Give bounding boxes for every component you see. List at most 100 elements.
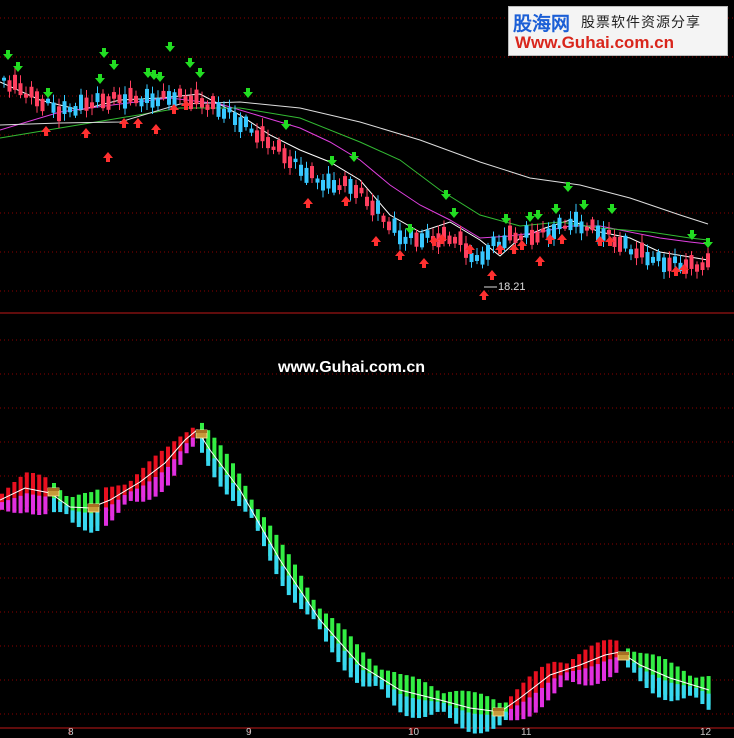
candle-body: [123, 94, 127, 109]
month-label-8: 8: [68, 727, 74, 738]
candle-body: [51, 102, 56, 113]
arrow-up-icon: [341, 196, 351, 206]
hist-bar-inner: [638, 667, 643, 682]
hist-bar-inner: [466, 712, 471, 732]
candle-body: [332, 180, 336, 193]
candle-body: [321, 179, 325, 191]
candle-body: [365, 196, 369, 207]
hist-bar-inner: [274, 555, 279, 575]
arrow-down-icon: [155, 72, 165, 82]
hist-bar-inner: [706, 693, 711, 710]
candle-body: [189, 95, 193, 110]
candle-body: [354, 185, 358, 199]
hist-bar-inner: [172, 459, 177, 476]
hist-bar-inner: [521, 701, 526, 720]
candle-body: [2, 77, 6, 81]
candle-body: [535, 231, 540, 243]
hist-bar-inner: [650, 674, 655, 694]
candle-body: [403, 236, 408, 244]
arrow-up-icon: [103, 152, 113, 162]
hist-bar-inner: [657, 677, 661, 698]
candle-body: [7, 80, 12, 92]
chest-lid: [88, 504, 99, 507]
candle-body: [128, 87, 133, 102]
arrow-up-icon: [535, 256, 545, 266]
candle-body: [24, 93, 28, 98]
hist-bar-inner: [700, 690, 705, 705]
candle-body: [178, 88, 182, 98]
hist-bar-inner: [485, 714, 490, 732]
hist-bar-inner: [379, 679, 384, 690]
month-label-9: 9: [246, 727, 252, 738]
hist-bar-inner: [76, 511, 81, 528]
hist-bar-inner: [669, 682, 674, 702]
candle-body: [343, 176, 347, 187]
candle-body: [486, 245, 490, 260]
hist-bar-inner: [527, 697, 532, 717]
candle-body: [673, 256, 677, 264]
candle-body: [326, 173, 331, 189]
candle-body: [524, 225, 529, 238]
arrow-down-icon: [95, 74, 105, 84]
candle-body: [288, 156, 292, 168]
hist-bar-inner: [675, 684, 680, 701]
site-slogan: 股票软件资源分享: [581, 15, 701, 31]
candle-body: [238, 117, 243, 133]
candle-body: [161, 90, 166, 98]
hist-bar-inner: [583, 668, 588, 686]
hist-bar-inner: [52, 498, 56, 513]
hist-bar-inner: [268, 543, 273, 561]
hist-bar-inner: [166, 466, 170, 486]
hist-bar-inner: [479, 714, 483, 734]
candle-body: [271, 146, 276, 150]
hist-bar-inner: [632, 662, 637, 673]
hist-bar-inner: [435, 701, 440, 712]
arrow-down-icon: [281, 120, 291, 130]
candle-body: [112, 92, 116, 99]
candle-body: [519, 235, 523, 240]
candle-body: [491, 236, 496, 247]
hist-bar-inner: [367, 673, 372, 687]
hist-bar-inner: [18, 495, 23, 514]
hist-bar-inner: [355, 664, 359, 683]
hist-bar-inner: [330, 635, 335, 653]
hist-bar-inner: [552, 678, 557, 694]
candle-body: [150, 93, 155, 108]
month-label-10: 10: [408, 727, 420, 738]
candle-body: [623, 235, 628, 249]
candle-body: [414, 232, 419, 247]
candle-body: [552, 224, 556, 240]
candle-body: [117, 94, 122, 103]
candle-body: [304, 167, 309, 183]
candle-body: [62, 101, 67, 114]
hist-bar-inner: [95, 511, 100, 532]
treasure-chest-icon: [195, 429, 208, 439]
hist-bar-inner: [110, 504, 115, 521]
arrow-down-icon: [3, 50, 13, 60]
hist-bar-inner: [509, 708, 513, 721]
hist-bar-inner: [280, 566, 285, 587]
hist-bar-inner: [491, 714, 496, 729]
hist-bar-inner: [515, 705, 520, 721]
arrow-down-icon: [525, 212, 535, 222]
hist-bar-inner: [0, 502, 4, 510]
hist-bar-inner: [577, 669, 582, 685]
candle-body: [656, 252, 661, 262]
chest-lid: [48, 488, 59, 491]
candle-body: [629, 249, 633, 255]
hist-bar-inner: [122, 495, 127, 505]
hist-bar-inner: [595, 664, 600, 684]
chest-lid: [196, 430, 207, 433]
hist-bar-inner: [293, 584, 297, 603]
hist-bar-inner: [602, 661, 606, 681]
candle-body: [315, 178, 320, 183]
candle-body: [79, 94, 83, 110]
hist-bar-inner: [571, 670, 575, 682]
candle-body: [101, 93, 105, 109]
hist-bar-inner: [147, 481, 152, 500]
arrow-up-icon: [371, 236, 381, 246]
hist-bar-inner: [404, 696, 409, 717]
candle-body: [172, 92, 177, 107]
candle-body: [95, 93, 100, 103]
candle-body: [447, 235, 452, 244]
